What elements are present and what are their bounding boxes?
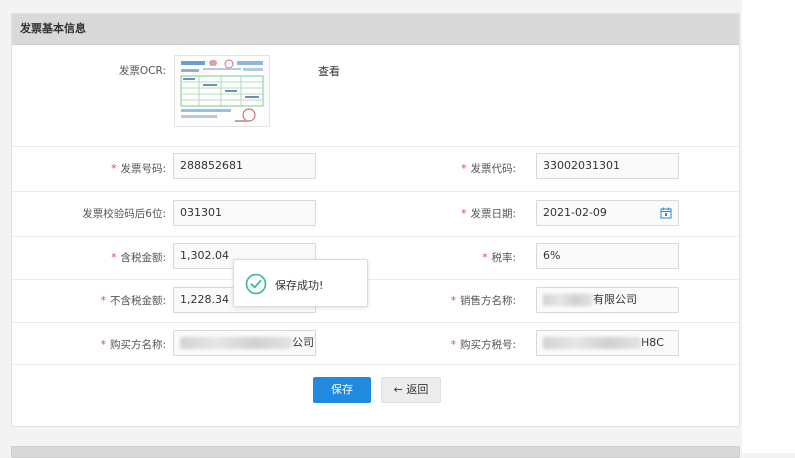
tax-rate-label: * 税率: (412, 250, 516, 265)
arrow-left-icon: ← (393, 383, 403, 396)
required-mark: * (482, 252, 488, 264)
amount-with-tax-label-text: 含税金额: (120, 252, 166, 264)
tax-rate-label-text: 税率: (491, 252, 516, 264)
buyer-tax-id-field[interactable]: H8C (536, 330, 679, 356)
check-code-field[interactable]: 031301 (173, 200, 316, 226)
redacted-text (543, 337, 641, 349)
redacted-text (543, 294, 593, 306)
required-mark: * (450, 295, 456, 307)
seller-name-field[interactable]: 有限公司 (536, 287, 679, 313)
next-panel-header (11, 446, 740, 458)
seller-name-label: * 销售方名称: (412, 293, 516, 308)
divider (12, 279, 739, 280)
required-mark: * (461, 208, 467, 220)
back-button[interactable]: ← 返回 (381, 377, 441, 403)
required-mark: * (461, 163, 467, 175)
required-mark: * (100, 339, 106, 351)
success-toast: 保存成功! (233, 259, 368, 307)
calendar-icon[interactable] (660, 207, 672, 219)
toast-message: 保存成功! (275, 279, 324, 292)
buyer-name-label-text: 购买方名称: (109, 339, 166, 351)
seller-name-label-text: 销售方名称: (459, 295, 516, 307)
required-mark: * (450, 339, 456, 351)
panel-title: 发票基本信息 (12, 14, 739, 45)
buyer-name-visible-text: 公司 (292, 336, 314, 349)
required-mark: * (111, 252, 117, 264)
buyer-tax-id-label-text: 购买方税号: (459, 339, 516, 351)
amount-without-tax-label-text: 不含税金额: (109, 295, 166, 307)
amount-with-tax-label: * 含税金额: (72, 250, 166, 265)
back-button-label: 返回 (406, 383, 429, 396)
ocr-label: 发票OCR: (118, 65, 166, 77)
buyer-name-label: * 购买方名称: (72, 337, 166, 352)
check-circle-icon (245, 273, 267, 295)
invoice-number-label: * 发票号码: (72, 161, 166, 176)
ocr-invoice-thumbnail[interactable] (174, 55, 270, 127)
redacted-text (180, 337, 292, 349)
save-button[interactable]: 保存 (313, 377, 371, 403)
invoice-date-label-text: 发票日期: (470, 208, 516, 220)
required-mark: * (111, 163, 117, 175)
seller-name-visible-text: 有限公司 (593, 293, 637, 306)
divider (12, 236, 739, 237)
tax-rate-field[interactable]: 6% (536, 243, 679, 269)
divider (12, 191, 739, 192)
buyer-tax-id-visible-text: H8C (641, 336, 664, 349)
required-mark: * (100, 295, 106, 307)
divider (12, 364, 739, 365)
invoice-date-picker[interactable]: 2021-02-09 (536, 200, 679, 226)
view-ocr-link[interactable]: 查看 (318, 63, 340, 79)
invoice-number-field[interactable]: 288852681 (173, 153, 316, 179)
invoice-date-label: * 发票日期: (412, 206, 516, 221)
invoice-code-field[interactable]: 33002031301 (536, 153, 679, 179)
invoice-info-panel: 发票基本信息 发票OCR: 查看 * 发票号码: 288852681 * 发票代… (11, 13, 740, 427)
check-code-label: 发票校验码后6位: (82, 208, 166, 220)
invoice-date-value: 2021-02-09 (543, 206, 607, 219)
divider (12, 146, 739, 147)
buyer-tax-id-label: * 购买方税号: (412, 337, 516, 352)
invoice-code-label: * 发票代码: (412, 161, 516, 176)
invoice-number-label-text: 发票号码: (120, 163, 166, 175)
right-blank-area (742, 0, 795, 453)
divider (12, 322, 739, 323)
invoice-thumbnail-image (176, 57, 268, 125)
amount-without-tax-label: * 不含税金额: (72, 293, 166, 308)
buyer-name-field[interactable]: 公司 (173, 330, 316, 356)
invoice-code-label-text: 发票代码: (470, 163, 516, 175)
